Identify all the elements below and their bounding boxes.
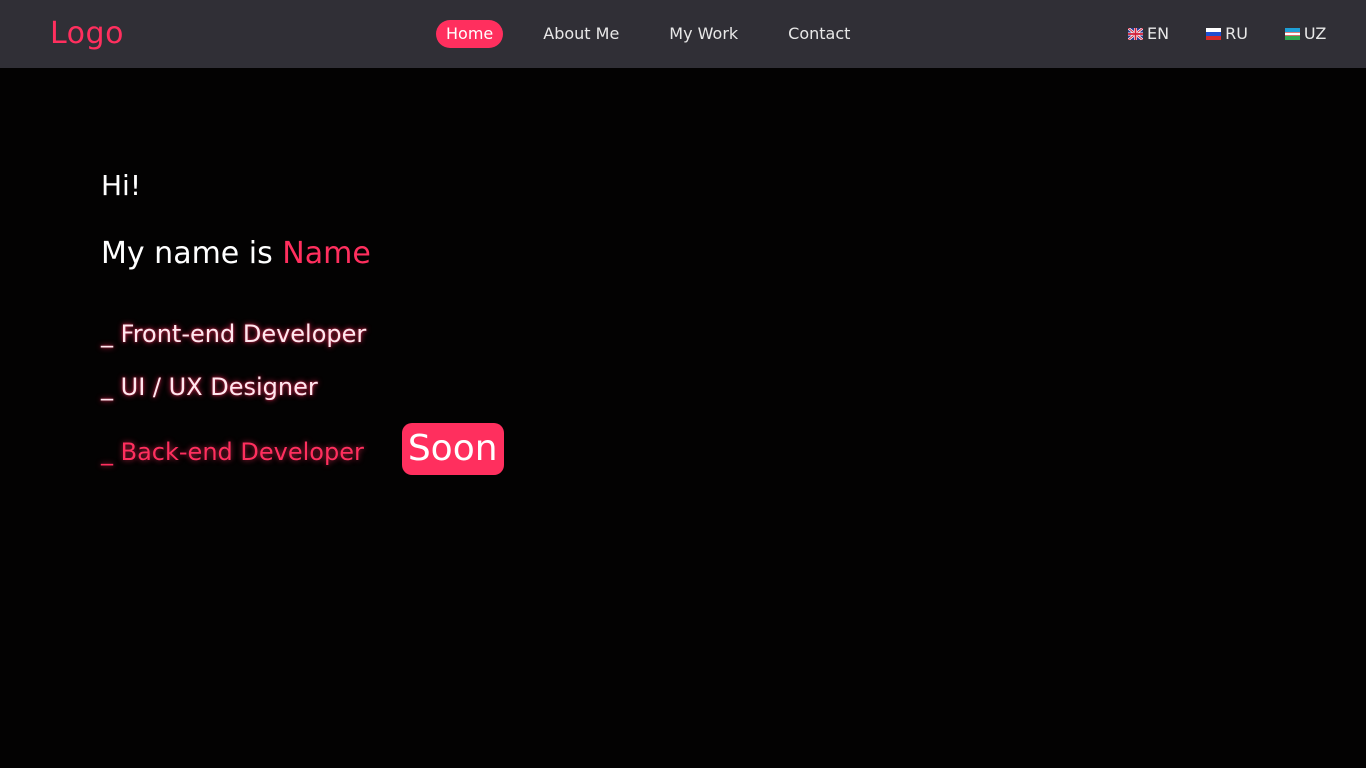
intro-name: Name	[282, 236, 371, 271]
main-nav: Home About Me My Work Contact	[436, 20, 860, 48]
role-uiux: _ UI / UX Designer	[101, 373, 318, 401]
nav-link-contact[interactable]: Contact	[778, 20, 860, 48]
top-navbar: Logo Home About Me My Work Contact EN RU…	[0, 0, 1366, 68]
language-en-label: EN	[1147, 24, 1170, 43]
uzbekistan-flag-icon	[1284, 28, 1300, 40]
role-backend: _ Back-end Developer	[101, 438, 364, 466]
nav-link-my-work[interactable]: My Work	[659, 20, 748, 48]
language-ru[interactable]: RU	[1206, 20, 1248, 48]
language-ru-label: RU	[1225, 24, 1248, 43]
soon-badge: Soon	[401, 423, 504, 475]
russia-flag-icon	[1206, 28, 1222, 40]
greeting: Hi!	[101, 169, 142, 202]
nav-link-home[interactable]: Home	[436, 20, 504, 48]
logo[interactable]: Logo	[50, 14, 124, 54]
intro-prefix: My name is	[101, 236, 283, 271]
language-uz[interactable]: UZ	[1284, 20, 1327, 48]
nav-link-about-me[interactable]: About Me	[533, 20, 629, 48]
role-backend-row: _ Back-end Developer Soon	[101, 423, 504, 475]
hero-section: Hi! My name is Name _ Front-end Develope…	[101, 168, 504, 475]
uk-flag-icon	[1128, 28, 1143, 40]
language-en[interactable]: EN	[1128, 20, 1169, 48]
intro-heading: My name is Name	[101, 234, 504, 274]
role-frontend: _ Front-end Developer	[101, 320, 367, 348]
language-uz-label: UZ	[1303, 24, 1327, 43]
language-switcher: EN RU UZ	[1128, 20, 1326, 48]
